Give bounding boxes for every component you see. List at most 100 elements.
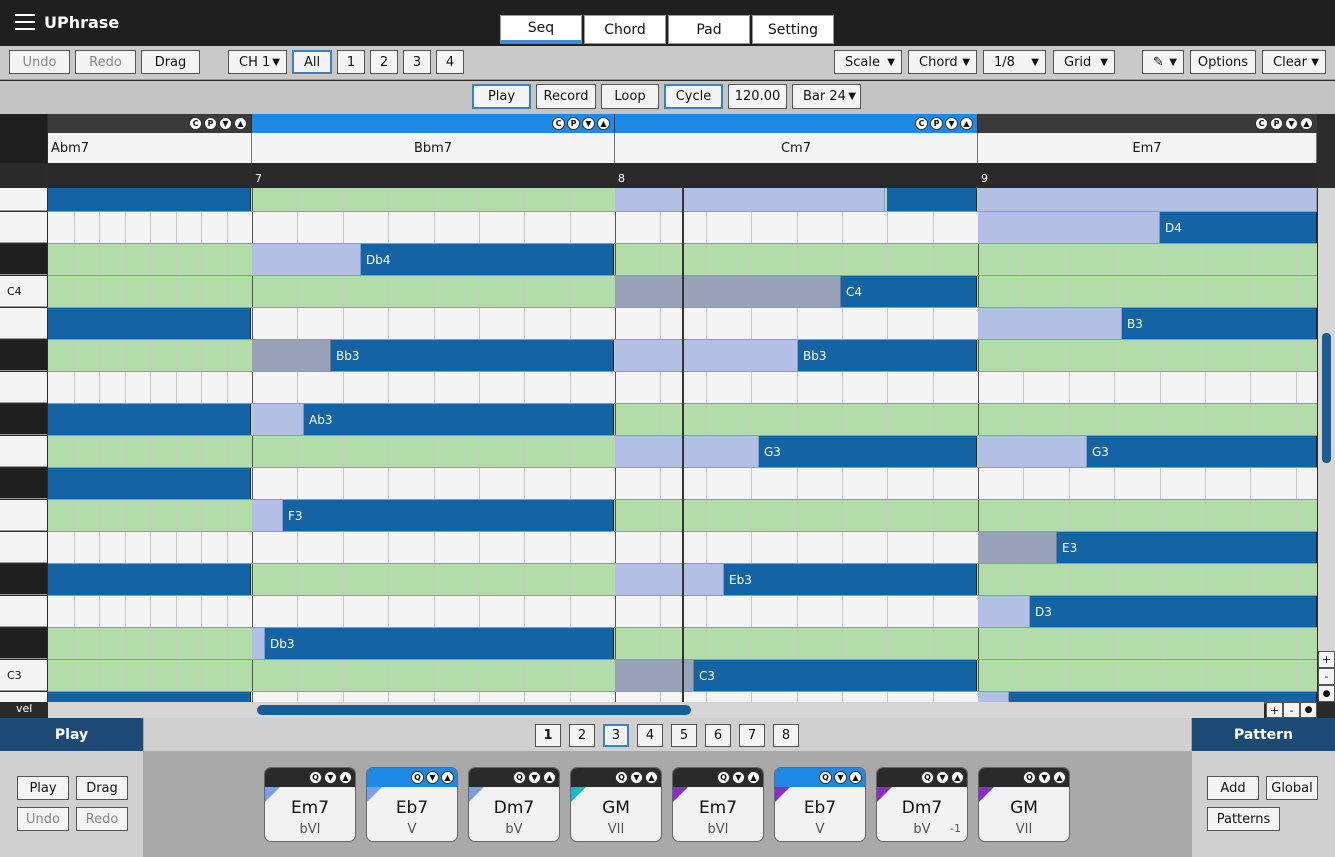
piano-key[interactable] xyxy=(0,308,47,339)
scale-select[interactable]: Scale ▼ xyxy=(834,50,902,74)
loop-button[interactable]: Loop xyxy=(601,84,659,109)
chord-card[interactable]: Q ▼ ▲ Dm7 bV xyxy=(468,767,560,842)
zoom-out-button[interactable]: - xyxy=(1318,668,1335,685)
card-q-button[interactable]: Q xyxy=(615,771,628,784)
zoom-in-button[interactable]: + xyxy=(1318,651,1335,668)
division-select[interactable]: 1/8 ▼ xyxy=(983,50,1046,74)
pattern-page-6-button[interactable]: 6 xyxy=(705,724,731,747)
cycle-button[interactable]: Cycle xyxy=(664,84,723,109)
chord-p-button[interactable]: P xyxy=(930,117,943,130)
arrow-up-icon[interactable]: ▲ xyxy=(960,117,973,130)
hzoom-out-button[interactable]: - xyxy=(1283,702,1300,718)
tab-pad[interactable]: Pad xyxy=(668,15,750,44)
piano-key[interactable] xyxy=(0,468,47,499)
drag-button[interactable]: Drag xyxy=(141,50,200,74)
chord-card[interactable]: Q ▼ ▲ Eb7 V xyxy=(366,767,458,842)
chord-name-2[interactable]: Bbm7 xyxy=(252,133,615,163)
arrow-down-icon[interactable]: ▼ xyxy=(219,117,232,130)
arrow-down-icon[interactable]: ▼ xyxy=(936,771,949,784)
channel-2-button[interactable]: 2 xyxy=(370,50,398,74)
hamburger-menu-icon[interactable] xyxy=(15,14,35,30)
arrow-up-icon[interactable]: ▲ xyxy=(234,117,247,130)
piano-key[interactable] xyxy=(0,340,47,371)
card-q-button[interactable]: Q xyxy=(1023,771,1036,784)
channel-4-button[interactable]: 4 xyxy=(436,50,464,74)
note-block[interactable]: E3 xyxy=(1057,532,1317,563)
card-q-button[interactable]: Q xyxy=(819,771,832,784)
note-block[interactable]: D4 xyxy=(1160,212,1317,243)
chord-c-button[interactable]: C xyxy=(915,117,928,130)
redo-button[interactable]: Redo xyxy=(75,50,136,74)
pattern-page-4-button[interactable]: 4 xyxy=(637,724,663,747)
piano-key[interactable] xyxy=(0,404,47,435)
chord-c-button[interactable]: C xyxy=(1255,117,1268,130)
pattern-page-5-button[interactable]: 5 xyxy=(671,724,697,747)
bottom-play-button[interactable]: Play xyxy=(17,776,69,800)
note-block[interactable]: Eb3 xyxy=(724,564,977,595)
note-block[interactable]: Bb3 xyxy=(331,340,614,371)
timeline-ruler[interactable]: 7 8 9 xyxy=(48,163,1317,188)
chord-p-button[interactable]: P xyxy=(204,117,217,130)
arrow-up-icon[interactable]: ▲ xyxy=(1053,771,1066,784)
chord-card[interactable]: Q ▼ ▲ Dm7 bV -1 xyxy=(876,767,968,842)
note-block[interactable]: G3 xyxy=(759,436,977,467)
undo-button[interactable]: Undo xyxy=(9,50,70,74)
arrow-down-icon[interactable]: ▼ xyxy=(834,771,847,784)
note-block[interactable]: B3 xyxy=(1122,308,1317,339)
channel-3-button[interactable]: 3 xyxy=(403,50,431,74)
clear-select[interactable]: Clear ▼ xyxy=(1262,50,1326,74)
horizontal-scroll-thumb[interactable] xyxy=(257,705,691,715)
note-block[interactable] xyxy=(887,188,977,211)
chord-name-4[interactable]: Em7 xyxy=(978,133,1317,163)
play-button[interactable]: Play xyxy=(472,84,531,109)
arrow-down-icon[interactable]: ▼ xyxy=(732,771,745,784)
arrow-up-icon[interactable]: ▲ xyxy=(747,771,760,784)
pattern-page-8-button[interactable]: 8 xyxy=(773,724,799,747)
piano-key[interactable] xyxy=(0,212,47,243)
bar-select[interactable]: Bar 24 ▼ xyxy=(792,84,861,109)
note-block[interactable]: C4 xyxy=(841,276,977,307)
horizontal-scrollbar[interactable] xyxy=(48,702,1264,718)
tab-setting[interactable]: Setting xyxy=(752,15,834,44)
piano-key[interactable] xyxy=(0,564,47,595)
chord-name-3[interactable]: Cm7 xyxy=(615,133,978,163)
pattern-page-7-button[interactable]: 7 xyxy=(739,724,765,747)
all-channels-button[interactable]: All xyxy=(292,50,332,74)
piano-key[interactable] xyxy=(0,244,47,275)
note-block[interactable] xyxy=(48,468,251,499)
global-button[interactable]: Global xyxy=(1266,776,1318,800)
chord-header-2[interactable]: C P ▼ ▲ xyxy=(252,114,614,133)
arrow-up-icon[interactable]: ▲ xyxy=(951,771,964,784)
piano-key[interactable] xyxy=(0,628,47,659)
note-block[interactable]: G3 xyxy=(1087,436,1317,467)
channel-select[interactable]: CH 1 ▼ xyxy=(228,50,287,74)
vertical-scrollbar[interactable] xyxy=(1318,188,1335,658)
note-block[interactable] xyxy=(48,308,251,339)
chord-c-button[interactable]: C xyxy=(189,117,202,130)
note-block[interactable] xyxy=(48,404,251,435)
arrow-down-icon[interactable]: ▼ xyxy=(1038,771,1051,784)
add-pattern-button[interactable]: Add xyxy=(1207,776,1259,800)
chord-header-3[interactable]: C P ▼ ▲ xyxy=(615,114,977,133)
grid-select[interactable]: Grid ▼ xyxy=(1053,50,1115,74)
piano-key[interactable] xyxy=(0,500,47,531)
arrow-down-icon[interactable]: ▼ xyxy=(528,771,541,784)
tab-seq[interactable]: Seq xyxy=(500,15,582,44)
arrow-down-icon[interactable]: ▼ xyxy=(630,771,643,784)
chord-card[interactable]: Q ▼ ▲ Em7 bVI xyxy=(264,767,356,842)
tool-select[interactable]: ✎ ▼ xyxy=(1142,50,1184,74)
note-block[interactable] xyxy=(48,564,251,595)
arrow-up-icon[interactable]: ▲ xyxy=(441,771,454,784)
note-block[interactable]: C3 xyxy=(694,660,977,691)
chord-card[interactable]: Q ▼ ▲ GM VII xyxy=(978,767,1070,842)
note-block[interactable] xyxy=(48,188,251,211)
note-block[interactable]: D3 xyxy=(1030,596,1317,627)
bottom-drag-button[interactable]: Drag xyxy=(76,776,128,800)
chord-card[interactable]: Q ▼ ▲ Em7 bVI xyxy=(672,767,764,842)
channel-1-button[interactable]: 1 xyxy=(337,50,365,74)
pattern-page-3-button[interactable]: 3 xyxy=(603,724,629,747)
note-block[interactable]: Ab3 xyxy=(304,404,614,435)
card-q-button[interactable]: Q xyxy=(921,771,934,784)
piano-key[interactable] xyxy=(0,188,47,211)
note-block[interactable]: Db3 xyxy=(265,628,614,659)
